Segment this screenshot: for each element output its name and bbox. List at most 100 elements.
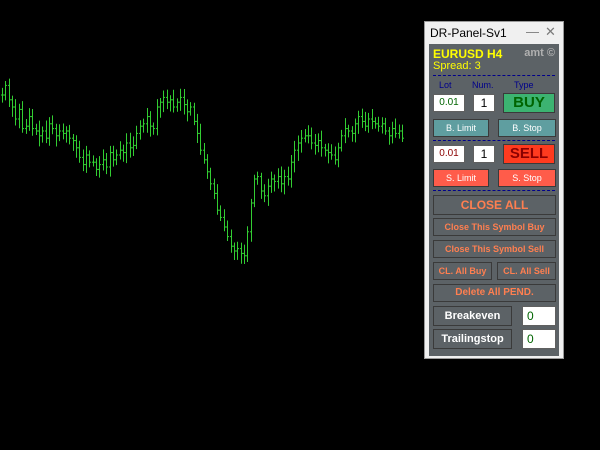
buy-num-input[interactable]: 1: [473, 94, 495, 112]
price-bar: [330, 144, 333, 160]
price-bar: [206, 154, 209, 179]
price-bar: [169, 95, 172, 112]
price-bar: [72, 134, 75, 151]
close-all-sell-button[interactable]: CL. All Sell: [497, 262, 556, 280]
price-bar: [119, 141, 122, 160]
price-bar: [142, 118, 145, 133]
price-bar: [65, 126, 68, 143]
delete-pending-button[interactable]: Delete All PEND.: [433, 284, 556, 302]
price-bar: [280, 166, 283, 193]
price-bar: [260, 172, 263, 199]
type-column-header: Type: [514, 80, 534, 90]
price-bar: [398, 124, 401, 139]
price-bar: [51, 115, 54, 135]
price-bar: [166, 89, 169, 110]
price-bar: [391, 121, 394, 144]
breakeven-input[interactable]: 0: [522, 306, 556, 326]
brand-label: amt ©: [524, 47, 555, 59]
price-bar: [31, 108, 34, 136]
price-bar: [88, 150, 91, 168]
price-bar: [340, 129, 343, 152]
price-bar: [203, 143, 206, 164]
price-bar: [4, 80, 7, 101]
panel-title: DR-Panel-Sv1: [430, 26, 507, 40]
price-bar: [38, 120, 41, 147]
price-bar: [149, 111, 152, 137]
close-symbol-sell-button[interactable]: Close This Symbol Sell: [433, 240, 556, 258]
trailingstop-button[interactable]: Trailingstop: [433, 329, 512, 349]
price-bar: [98, 156, 101, 178]
num-column-header: Num.: [472, 80, 494, 90]
price-bar: [256, 171, 259, 185]
price-bar: [1, 87, 4, 103]
price-bar: [314, 133, 317, 155]
price-bar: [95, 158, 98, 176]
price-bar: [290, 155, 293, 188]
price-bar: [162, 90, 165, 113]
close-all-buy-button[interactable]: CL. All Buy: [433, 262, 492, 280]
price-bar: [132, 136, 135, 157]
close-all-button[interactable]: CLOSE ALL: [433, 195, 556, 215]
price-bar: [226, 220, 229, 241]
price-bar: [287, 166, 290, 186]
breakeven-button[interactable]: Breakeven: [433, 306, 512, 326]
price-bar: [18, 103, 21, 129]
divider: [433, 190, 555, 191]
price-bar: [216, 184, 219, 215]
price-bar: [354, 118, 357, 143]
price-bar: [394, 118, 397, 138]
price-bar: [344, 118, 347, 144]
trailingstop-input[interactable]: 0: [522, 329, 556, 349]
price-bar: [334, 146, 337, 165]
price-bar: [377, 116, 380, 132]
divider: [433, 140, 555, 141]
price-bar: [146, 108, 149, 133]
price-bar: [176, 98, 179, 112]
price-bar: [267, 178, 270, 206]
price-bar: [320, 130, 323, 157]
price-bar: [246, 226, 249, 262]
price-bar: [367, 112, 370, 133]
price-bar: [159, 97, 162, 118]
price-bar: [317, 133, 320, 153]
price-bar: [129, 132, 132, 158]
minimize-icon[interactable]: —: [526, 24, 539, 40]
close-icon[interactable]: ✕: [545, 24, 556, 40]
price-bar: [139, 120, 142, 140]
price-bar: [236, 241, 239, 260]
price-bar: [62, 123, 65, 140]
lot-column-header: Lot: [439, 80, 452, 90]
price-bar: [277, 168, 280, 189]
price-bar: [230, 229, 233, 253]
price-bar: [14, 99, 17, 126]
price-bar: [297, 135, 300, 161]
buy-button[interactable]: BUY: [503, 93, 555, 113]
buy-stop-button[interactable]: B. Stop: [498, 119, 556, 137]
price-bar: [273, 174, 276, 192]
sell-lot-input[interactable]: 0.01: [433, 145, 465, 163]
sell-stop-button[interactable]: S. Stop: [498, 169, 556, 187]
price-bar: [189, 102, 192, 116]
panel-body: EURUSD H4 amt © Spread: 3 Lot Num. Type …: [429, 44, 559, 356]
price-bar: [253, 174, 256, 208]
close-symbol-buy-button[interactable]: Close This Symbol Buy: [433, 218, 556, 236]
sell-button[interactable]: SELL: [503, 144, 555, 164]
price-bar: [179, 88, 182, 111]
price-bar: [283, 169, 286, 195]
price-bar: [48, 117, 51, 146]
price-bar: [233, 242, 236, 261]
sell-limit-button[interactable]: S. Limit: [433, 169, 489, 187]
sell-num-input[interactable]: 1: [473, 145, 495, 163]
price-bar: [374, 117, 377, 129]
panel-titlebar[interactable]: DR-Panel-Sv1 — ✕: [425, 22, 563, 44]
price-bar: [324, 143, 327, 157]
price-bar: [384, 117, 387, 135]
price-bar: [361, 108, 364, 128]
price-bar: [250, 198, 253, 242]
price-bar: [193, 102, 196, 126]
price-bar: [183, 89, 186, 115]
price-bar: [85, 145, 88, 173]
buy-limit-button[interactable]: B. Limit: [433, 119, 489, 137]
buy-lot-input[interactable]: 0.01: [433, 94, 465, 112]
price-bar: [347, 124, 350, 138]
